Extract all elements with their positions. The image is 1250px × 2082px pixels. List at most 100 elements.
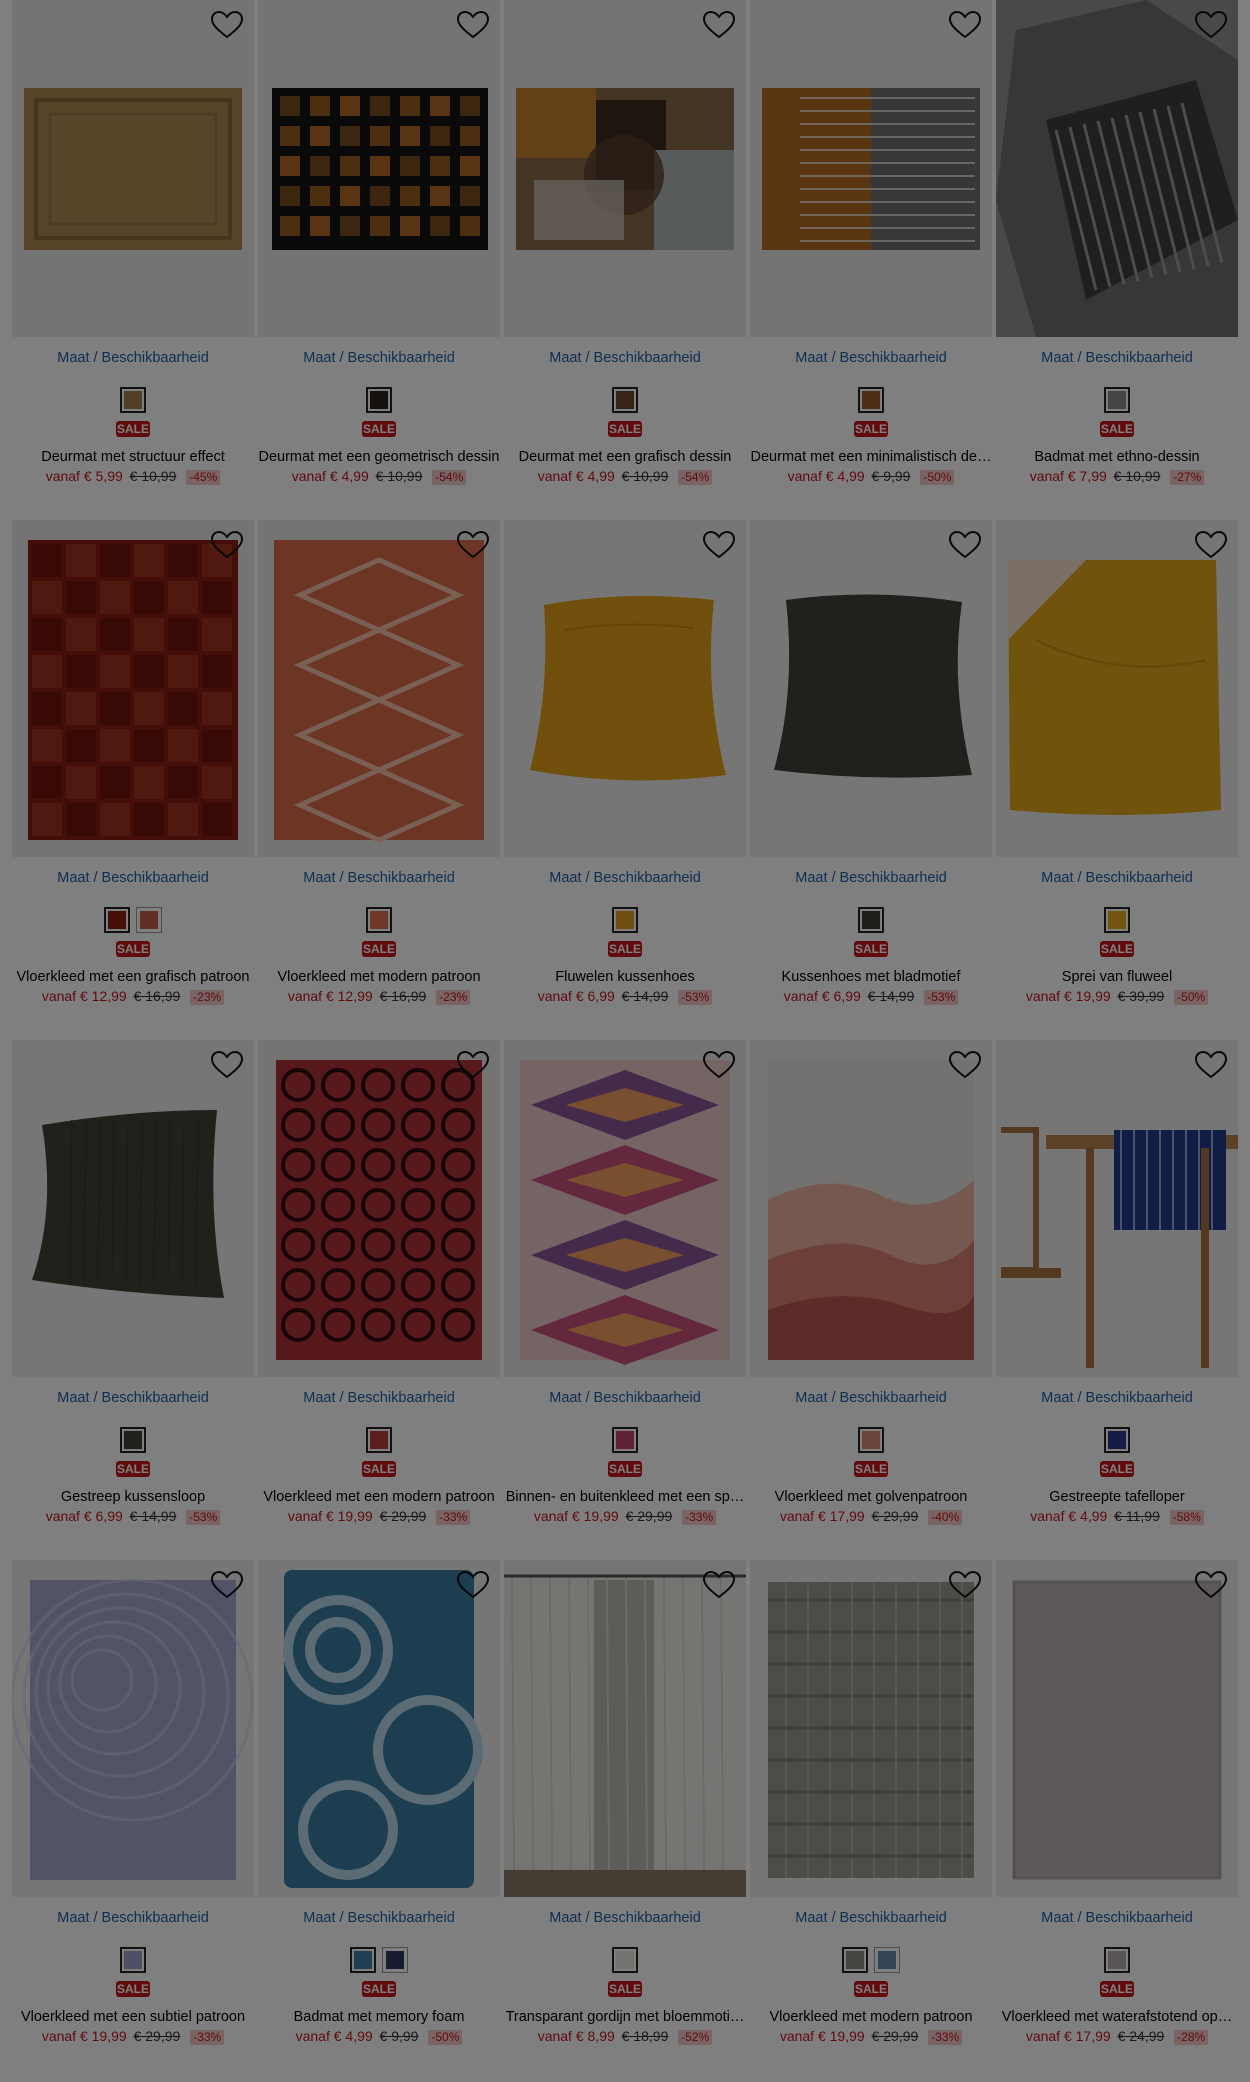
- wishlist-heart-icon[interactable]: [702, 530, 736, 560]
- color-swatch[interactable]: [366, 907, 392, 933]
- size-availability-link[interactable]: Maat / Beschikbaarheid: [258, 870, 500, 888]
- product-image[interactable]: [750, 1560, 992, 1897]
- color-swatch[interactable]: [350, 1947, 376, 1973]
- wishlist-heart-icon[interactable]: [210, 10, 244, 40]
- product-title[interactable]: Sprei van fluweel: [996, 969, 1238, 985]
- product-card[interactable]: Maat / Beschikbaarheid SALE Badmat met m…: [258, 1560, 500, 2080]
- product-image[interactable]: [504, 1560, 746, 1897]
- size-availability-link[interactable]: Maat / Beschikbaarheid: [12, 870, 254, 888]
- product-title[interactable]: Kussenhoes met bladmotief: [750, 969, 992, 985]
- color-swatch[interactable]: [382, 1947, 408, 1973]
- wishlist-heart-icon[interactable]: [702, 10, 736, 40]
- wishlist-heart-icon[interactable]: [702, 1050, 736, 1080]
- wishlist-heart-icon[interactable]: [456, 1570, 490, 1600]
- product-title[interactable]: Vloerkleed met waterafstotend op…: [996, 2009, 1238, 2025]
- product-image[interactable]: [750, 1040, 992, 1377]
- product-title[interactable]: Gestreepte tafelloper: [996, 1489, 1238, 1505]
- product-image[interactable]: [12, 1560, 254, 1897]
- product-card[interactable]: Maat / Beschikbaarheid SALE Gestreep kus…: [12, 1040, 254, 1560]
- color-swatch[interactable]: [366, 387, 392, 413]
- color-swatch[interactable]: [1104, 387, 1130, 413]
- color-swatch[interactable]: [120, 1427, 146, 1453]
- wishlist-heart-icon[interactable]: [1194, 1570, 1228, 1600]
- color-swatch[interactable]: [120, 387, 146, 413]
- product-title[interactable]: Badmat met ethno-dessin: [996, 449, 1238, 465]
- size-availability-link[interactable]: Maat / Beschikbaarheid: [12, 1910, 254, 1928]
- product-image[interactable]: [12, 0, 254, 337]
- size-availability-link[interactable]: Maat / Beschikbaarheid: [750, 870, 992, 888]
- wishlist-heart-icon[interactable]: [210, 530, 244, 560]
- product-card[interactable]: Maat / Beschikbaarheid SALE Vloerkleed m…: [750, 1560, 992, 2080]
- product-card[interactable]: Maat / Beschikbaarheid SALE Kussenhoes m…: [750, 520, 992, 1040]
- color-swatch[interactable]: [120, 1947, 146, 1973]
- wishlist-heart-icon[interactable]: [948, 1570, 982, 1600]
- product-title[interactable]: Gestreep kussensloop: [12, 1489, 254, 1505]
- color-swatch[interactable]: [842, 1947, 868, 1973]
- product-image[interactable]: [504, 0, 746, 337]
- product-card[interactable]: Maat / Beschikbaarheid SALE Vloerkleed m…: [996, 1560, 1238, 2080]
- color-swatch[interactable]: [612, 907, 638, 933]
- size-availability-link[interactable]: Maat / Beschikbaarheid: [750, 350, 992, 368]
- color-swatch[interactable]: [1104, 1427, 1130, 1453]
- product-card[interactable]: Maat / Beschikbaarheid SALE Deurmat met …: [12, 0, 254, 520]
- color-swatch[interactable]: [1104, 907, 1130, 933]
- size-availability-link[interactable]: Maat / Beschikbaarheid: [504, 350, 746, 368]
- product-title[interactable]: Fluwelen kussenhoes: [504, 969, 746, 985]
- wishlist-heart-icon[interactable]: [1194, 1050, 1228, 1080]
- size-availability-link[interactable]: Maat / Beschikbaarheid: [504, 1910, 746, 1928]
- wishlist-heart-icon[interactable]: [1194, 530, 1228, 560]
- product-title[interactable]: Deurmat met een geometrisch dessin: [258, 449, 500, 465]
- product-image[interactable]: [12, 1040, 254, 1377]
- size-availability-link[interactable]: Maat / Beschikbaarheid: [996, 350, 1238, 368]
- wishlist-heart-icon[interactable]: [702, 1570, 736, 1600]
- product-card[interactable]: Maat / Beschikbaarheid SALE Gestreepte t…: [996, 1040, 1238, 1560]
- size-availability-link[interactable]: Maat / Beschikbaarheid: [504, 1390, 746, 1408]
- product-title[interactable]: Badmat met memory foam: [258, 2009, 500, 2025]
- product-image[interactable]: [258, 0, 500, 337]
- product-card[interactable]: Maat / Beschikbaarheid SALE Vloerkleed m…: [750, 1040, 992, 1560]
- color-swatch[interactable]: [858, 1427, 884, 1453]
- product-title[interactable]: Vloerkleed met golvenpatroon: [750, 1489, 992, 1505]
- size-availability-link[interactable]: Maat / Beschikbaarheid: [996, 1390, 1238, 1408]
- product-image[interactable]: [258, 520, 500, 857]
- size-availability-link[interactable]: Maat / Beschikbaarheid: [258, 350, 500, 368]
- wishlist-heart-icon[interactable]: [210, 1050, 244, 1080]
- color-swatch[interactable]: [612, 1947, 638, 1973]
- size-availability-link[interactable]: Maat / Beschikbaarheid: [12, 350, 254, 368]
- size-availability-link[interactable]: Maat / Beschikbaarheid: [750, 1910, 992, 1928]
- product-title[interactable]: Vloerkleed met een subtiel patroon: [12, 2009, 254, 2025]
- size-availability-link[interactable]: Maat / Beschikbaarheid: [258, 1910, 500, 1928]
- size-availability-link[interactable]: Maat / Beschikbaarheid: [258, 1390, 500, 1408]
- product-card[interactable]: Maat / Beschikbaarheid SALE Vloerkleed m…: [12, 1560, 254, 2080]
- color-swatch[interactable]: [1104, 1947, 1130, 1973]
- product-image[interactable]: [258, 1040, 500, 1377]
- product-card[interactable]: Maat / Beschikbaarheid SALE Vloerkleed m…: [258, 1040, 500, 1560]
- product-card[interactable]: Maat / Beschikbaarheid SALE Fluwelen kus…: [504, 520, 746, 1040]
- product-card[interactable]: Maat / Beschikbaarheid SALE Deurmat met …: [750, 0, 992, 520]
- size-availability-link[interactable]: Maat / Beschikbaarheid: [750, 1390, 992, 1408]
- wishlist-heart-icon[interactable]: [948, 530, 982, 560]
- product-title[interactable]: Binnen- en buitenkleed met een sp…: [504, 1489, 746, 1505]
- product-card[interactable]: Maat / Beschikbaarheid SALE Vloerkleed m…: [258, 520, 500, 1040]
- color-swatch[interactable]: [612, 1427, 638, 1453]
- product-image[interactable]: [504, 1040, 746, 1377]
- product-image[interactable]: [504, 520, 746, 857]
- wishlist-heart-icon[interactable]: [1194, 10, 1228, 40]
- color-swatch[interactable]: [104, 907, 130, 933]
- product-title[interactable]: Vloerkleed met een grafisch patroon: [12, 969, 254, 985]
- wishlist-heart-icon[interactable]: [948, 10, 982, 40]
- product-card[interactable]: Maat / Beschikbaarheid SALE Deurmat met …: [258, 0, 500, 520]
- product-image[interactable]: [12, 520, 254, 857]
- color-swatch[interactable]: [874, 1947, 900, 1973]
- color-swatch[interactable]: [136, 907, 162, 933]
- color-swatch[interactable]: [858, 907, 884, 933]
- product-image[interactable]: [258, 1560, 500, 1897]
- product-image[interactable]: [750, 520, 992, 857]
- product-title[interactable]: Deurmat met een minimalistisch de…: [750, 449, 992, 465]
- size-availability-link[interactable]: Maat / Beschikbaarheid: [996, 1910, 1238, 1928]
- product-card[interactable]: Maat / Beschikbaarheid SALE Badmat met e…: [996, 0, 1238, 520]
- product-title[interactable]: Vloerkleed met een modern patroon: [258, 1489, 500, 1505]
- product-title[interactable]: Deurmat met een grafisch dessin: [504, 449, 746, 465]
- product-image[interactable]: [750, 0, 992, 337]
- wishlist-heart-icon[interactable]: [456, 10, 490, 40]
